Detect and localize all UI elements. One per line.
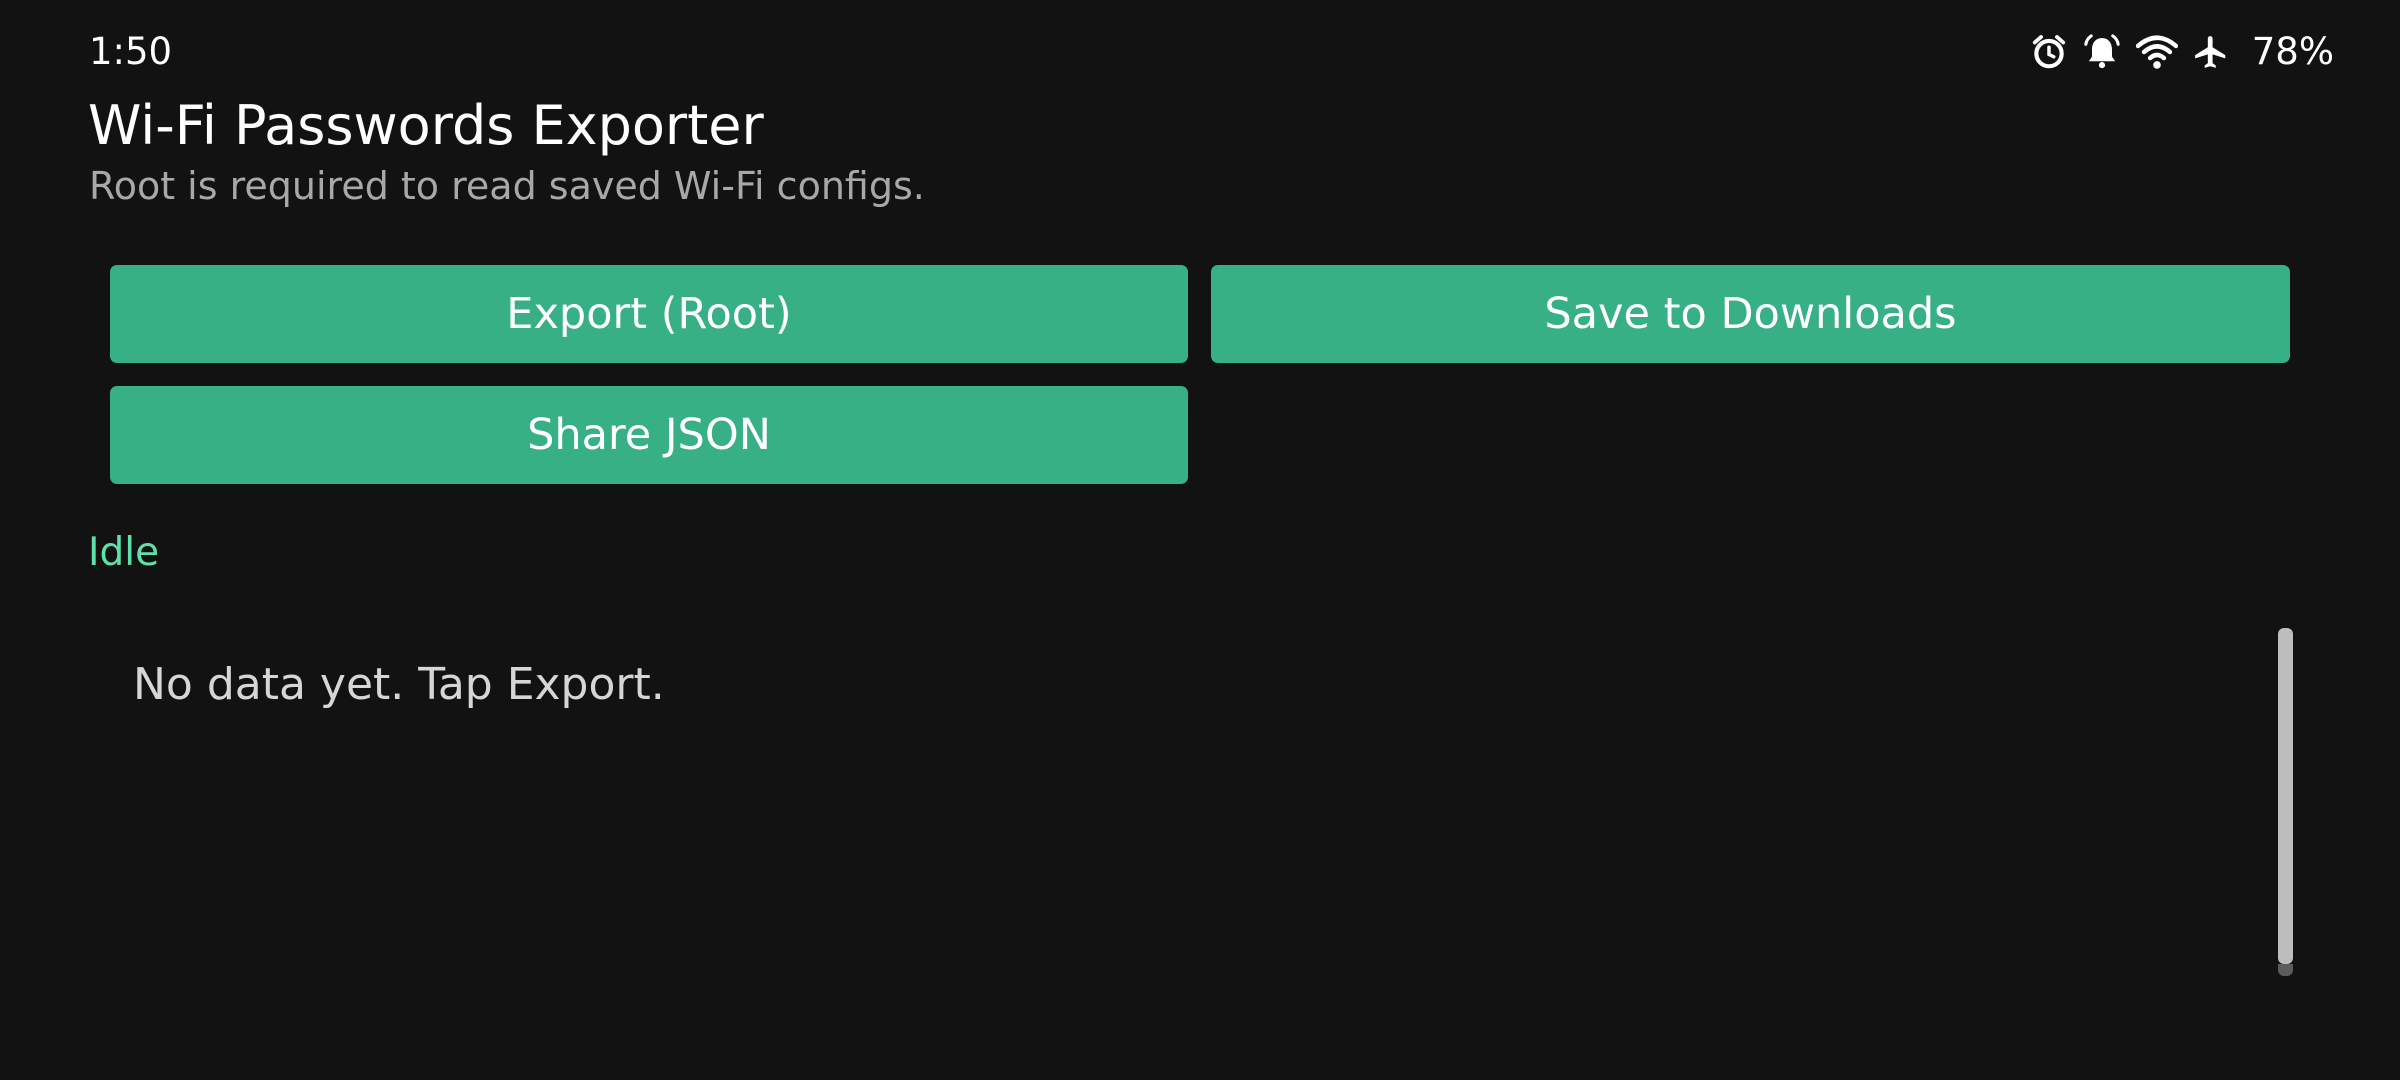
status-label: Idle (88, 530, 160, 575)
alarm-icon (2030, 33, 2068, 71)
wifi-icon (2135, 33, 2178, 71)
save-to-downloads-button[interactable]: Save to Downloads (1211, 265, 2290, 363)
output-scroll-area[interactable]: No data yet. Tap Export. (88, 620, 2308, 980)
status-time: 1:50 (89, 30, 173, 73)
app-subtitle: Root is required to read saved Wi-Fi con… (89, 164, 925, 208)
app-screen: 1:50 78% Wi-Fi Passwords Exporter Root i… (0, 0, 2400, 1080)
airplane-icon (2192, 33, 2230, 71)
app-title: Wi-Fi Passwords Exporter (88, 94, 764, 157)
status-icons: 78% (2030, 26, 2334, 78)
export-root-button[interactable]: Export (Root) (110, 265, 1188, 363)
share-json-button[interactable]: Share JSON (110, 386, 1188, 484)
scrollbar-track-end (2278, 964, 2293, 976)
alarm-bell-icon (2082, 33, 2122, 71)
output-text: No data yet. Tap Export. (133, 659, 665, 710)
scrollbar-thumb[interactable] (2278, 628, 2293, 964)
battery-percentage: 78% (2251, 30, 2334, 73)
